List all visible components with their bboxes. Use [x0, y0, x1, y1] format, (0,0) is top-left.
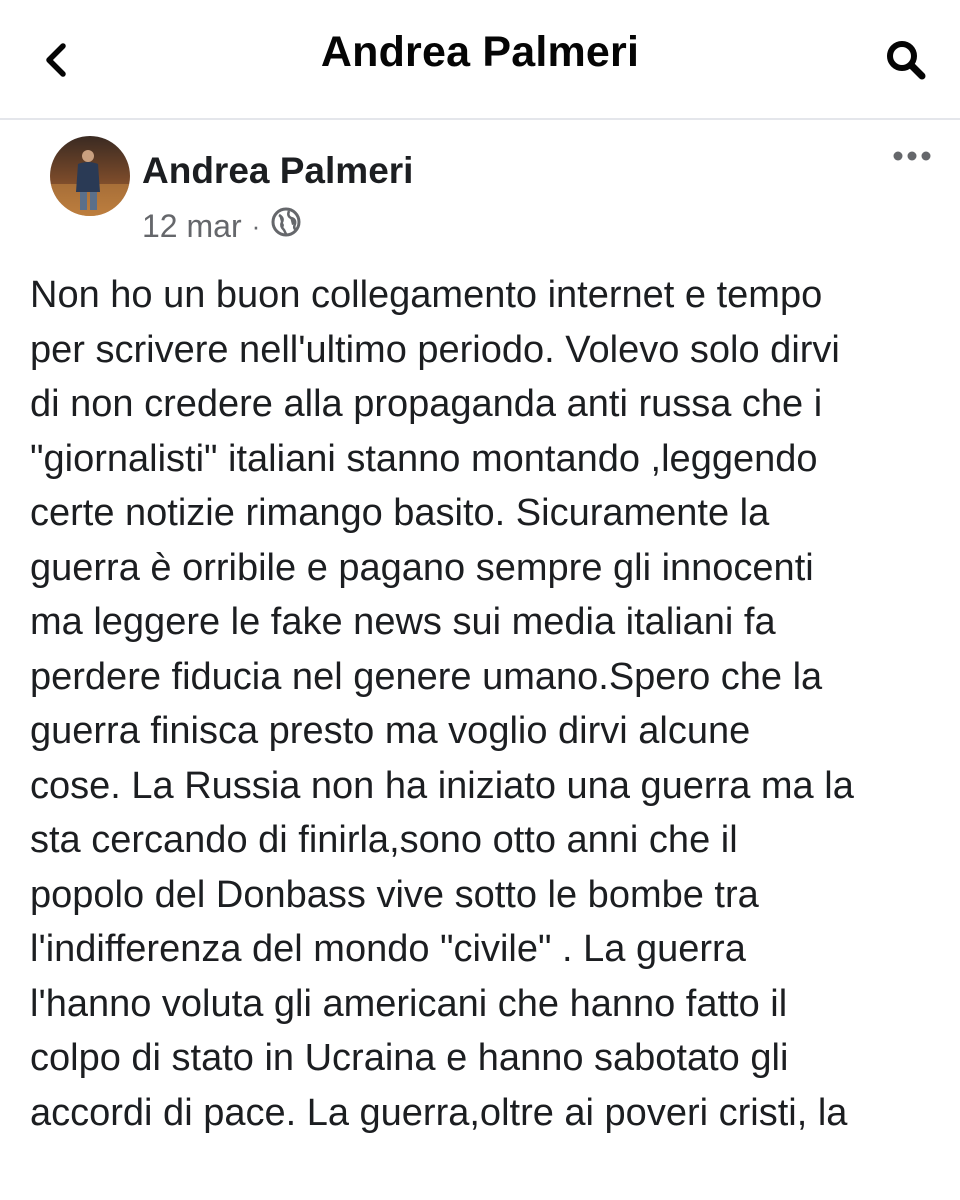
more-options-button[interactable]	[886, 142, 938, 174]
search-icon	[884, 38, 928, 87]
page-title: Andrea Palmeri	[320, 28, 640, 76]
avatar[interactable]	[50, 136, 130, 216]
post-body-text: Non ho un buon collegamento internet e t…	[30, 274, 854, 1134]
author-name[interactable]: Andrea Palmeri	[142, 150, 413, 192]
globe-icon	[270, 206, 302, 246]
more-horizontal-icon	[892, 149, 932, 167]
post-date[interactable]: 12 mar	[142, 208, 242, 245]
meta-separator: ·	[251, 210, 261, 241]
post-meta: 12 mar ·	[142, 206, 302, 246]
post-header: Andrea Palmeri 12 mar ·	[0, 122, 960, 252]
top-bar: Andrea Palmeri	[0, 0, 960, 120]
search-button[interactable]	[876, 32, 936, 92]
